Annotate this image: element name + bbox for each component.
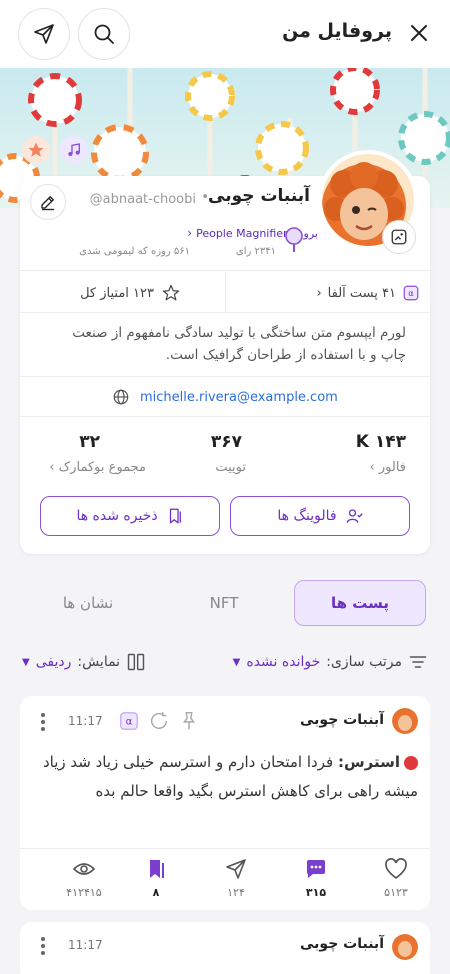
total-score-label: ۱۲۳ امتیاز کل <box>80 285 154 301</box>
following-label: فالوینگ ها <box>277 508 337 524</box>
music-icon <box>68 143 80 156</box>
stress-emoji-icon <box>404 755 418 770</box>
tweets-count: ۳۶۷ <box>210 432 242 452</box>
comment-count: ۳۱۵ <box>305 886 327 899</box>
total-score: ۱۲۳ امتیاز کل <box>80 284 180 302</box>
view-control[interactable]: نمایش: ردیفی ▼ <box>22 652 146 672</box>
chevron-left-icon: ‹ <box>187 226 193 240</box>
views-indicator: ۴۱۲۴۱۵ <box>54 858 114 899</box>
search-icon <box>94 24 114 44</box>
tab-posts[interactable]: پست ها <box>294 580 426 626</box>
tweets-label: توییت <box>215 460 246 475</box>
pencil-icon <box>41 196 54 211</box>
like-button[interactable]: ۵۱۲۳ <box>366 858 426 899</box>
svg-text:α: α <box>126 717 133 728</box>
like-count: ۵۱۲۳ <box>384 886 408 899</box>
bookmark-icon <box>150 860 164 878</box>
post-avatar <box>392 708 418 734</box>
sort-label: مرتب سازی: <box>326 654 402 670</box>
bookmark-button[interactable]: ۸ <box>126 858 186 899</box>
following-button[interactable]: فالوینگ ها <box>230 496 410 536</box>
days-label: ۵۶۱ روزه که لیمومی شدی <box>79 246 190 257</box>
heart-icon <box>385 858 407 880</box>
top-bar: پروفایل من <box>0 0 450 68</box>
sort-icon <box>409 656 427 668</box>
pin-icon[interactable] <box>176 710 200 734</box>
view-value: ردیفی <box>35 654 72 670</box>
divider <box>20 376 430 377</box>
search-button[interactable] <box>78 8 130 60</box>
star-outline-icon <box>162 284 180 301</box>
magnifier-icon <box>284 226 304 254</box>
divider <box>20 848 430 849</box>
send-icon <box>226 859 246 879</box>
comment-button[interactable]: ۳۱۵ <box>286 858 346 899</box>
user-icon <box>346 509 363 523</box>
edit-avatar-button[interactable] <box>382 220 416 254</box>
share-count: ۱۲۴ <box>227 886 245 899</box>
send-icon <box>34 24 54 44</box>
caret-down-icon: ▼ <box>22 656 30 668</box>
bookmarks-label[interactable]: مجموع بوکمارک › <box>49 460 146 475</box>
name-separator: • <box>201 190 209 205</box>
close-icon[interactable] <box>406 20 432 46</box>
page-title: پروفایل من <box>282 20 392 42</box>
divider-vertical <box>225 272 226 312</box>
tab-nft[interactable]: NFT <box>158 580 290 626</box>
more-icon[interactable] <box>36 934 50 958</box>
comment-icon <box>307 860 325 878</box>
alpha-icon: α <box>116 710 140 734</box>
rank-label: ۲۳۴۱ رای <box>235 246 276 257</box>
image-edit-icon <box>391 229 407 245</box>
post-time: 11:17 <box>68 938 103 952</box>
alpha-icon: α <box>403 285 419 301</box>
alpha-posts-label: ۴۱ پست آلفا <box>327 285 396 301</box>
email-text: michelle.rivera@example.com <box>140 389 338 405</box>
followers-label[interactable]: فالور › <box>370 460 406 475</box>
alpha-posts-link[interactable]: α ۴۱ پست آلفا ‹ <box>316 284 420 302</box>
post-author[interactable]: آبنبات چوبی <box>300 936 384 952</box>
tab-badges[interactable]: نشان ها <box>22 580 154 626</box>
divider <box>20 270 430 271</box>
chevron-left-icon: ‹ <box>316 285 322 301</box>
followers-count: ۱۴۳ K <box>355 432 406 452</box>
share-button[interactable]: ۱۲۴ <box>206 858 266 899</box>
sort-control[interactable]: مرتب سازی: خوانده نشده ▼ <box>233 652 428 672</box>
repost-icon[interactable] <box>146 710 170 734</box>
post-avatar <box>392 934 418 960</box>
more-icon[interactable] <box>36 710 50 734</box>
profile-handle: @abnaat-choobi <box>89 192 196 207</box>
saved-label: ذخیره شده ها <box>76 508 158 524</box>
bookmarks-icon <box>169 508 181 524</box>
sort-value: خوانده نشده <box>246 654 321 670</box>
edit-profile-button[interactable] <box>30 184 66 220</box>
bookmarks-count: ۳۲ <box>79 432 100 452</box>
profile-bio: لورم ایپسوم متن ساختگی با تولید سادگی نا… <box>72 325 406 363</box>
saved-button[interactable]: ذخیره شده ها <box>40 496 220 536</box>
profile-name: آبنبات چوبی <box>208 186 310 206</box>
post-author[interactable]: آبنبات چوبی <box>300 712 384 728</box>
post-tag: استرس: <box>337 753 400 771</box>
divider <box>20 416 430 417</box>
music-badge[interactable] <box>60 136 88 164</box>
view-label: نمایش: <box>77 654 121 670</box>
bookmark-count: ۸ <box>152 886 160 899</box>
caret-down-icon: ▼ <box>232 656 241 668</box>
globe-icon <box>113 389 129 405</box>
star-icon <box>28 142 44 157</box>
divider <box>20 312 430 313</box>
columns-icon <box>127 653 145 671</box>
post-body: استرس: فردا امتحان دارم و استرسم خیلی زی… <box>32 748 418 806</box>
share-button[interactable] <box>18 8 70 60</box>
tab-bar: پست ها NFT نشان ها <box>20 580 430 628</box>
eye-icon <box>72 863 96 875</box>
svg-text:α: α <box>408 288 414 298</box>
star-badge[interactable] <box>22 136 50 164</box>
views-count: ۴۱۲۴۱۵ <box>66 886 102 899</box>
post-time: 11:17 <box>68 714 103 728</box>
email-link[interactable]: michelle.rivera@example.com <box>112 388 338 406</box>
